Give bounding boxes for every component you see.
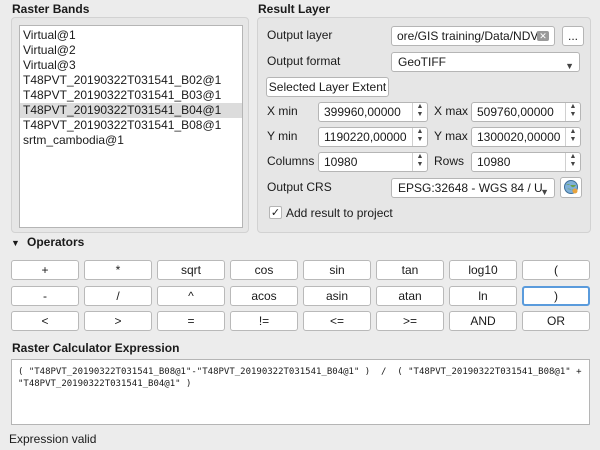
operators-title: Operators bbox=[27, 235, 85, 249]
operator-button[interactable]: / bbox=[84, 286, 152, 306]
spin-arrows-icon[interactable]: ▲ ▼ bbox=[565, 103, 580, 121]
operator-button[interactable]: - bbox=[11, 286, 79, 306]
operator-button[interactable]: AND bbox=[449, 311, 517, 331]
rows-label: Rows bbox=[434, 154, 465, 168]
operator-button[interactable]: asin bbox=[303, 286, 371, 306]
operator-button[interactable]: OR bbox=[522, 311, 590, 331]
raster-band-item[interactable]: srtm_cambodia@1 bbox=[20, 133, 242, 148]
output-layer-label: Output layer bbox=[267, 28, 333, 42]
output-crs-label: Output CRS bbox=[267, 180, 332, 194]
raster-band-item[interactable]: Virtual@1 bbox=[20, 28, 242, 43]
raster-bands-title: Raster Bands bbox=[12, 2, 90, 16]
raster-band-item[interactable]: T48PVT_20190322T031541_B02@1 bbox=[20, 73, 242, 88]
output-format-label: Output format bbox=[267, 54, 341, 68]
raster-band-item[interactable]: T48PVT_20190322T031541_B03@1 bbox=[20, 88, 242, 103]
operator-button[interactable]: tan bbox=[376, 260, 444, 280]
operator-button[interactable]: ) bbox=[522, 286, 590, 306]
rows-spinbox[interactable]: 10980 ▲ ▼ bbox=[471, 152, 581, 172]
spin-arrows-icon[interactable]: ▲ ▼ bbox=[412, 153, 427, 171]
add-result-checkbox[interactable]: ✓ bbox=[269, 206, 282, 219]
operators-grid: + * sqrt cos sin tan log10( - / ^ acos asin atan ln) <… bbox=[11, 260, 591, 332]
output-crs-select[interactable]: EPSG:32648 - WGS 84 / U ▼ bbox=[391, 178, 555, 198]
columns-label: Columns bbox=[267, 154, 315, 168]
raster-bands-group: Virtual@1 Virtual@2 Virtual@3 T48PVT_201903… bbox=[11, 17, 249, 233]
result-layer-title: Result Layer bbox=[258, 2, 331, 16]
operator-button[interactable]: atan bbox=[376, 286, 444, 306]
chevron-down-icon: ▼ bbox=[540, 187, 549, 197]
operator-button[interactable]: * bbox=[84, 260, 152, 280]
operator-button[interactable]: > bbox=[84, 311, 152, 331]
selected-layer-extent-button[interactable]: Selected Layer Extent bbox=[266, 77, 389, 97]
operator-button[interactable]: sin bbox=[303, 260, 371, 280]
expression-editor[interactable]: ( "T48PVT_20190322T031541_B08@1"-"T48PVT… bbox=[11, 359, 590, 425]
xmin-spinbox[interactable]: 399960,00000 ▲ ▼ bbox=[318, 102, 428, 122]
spin-arrows-icon[interactable]: ▲ ▼ bbox=[412, 128, 427, 146]
raster-band-item[interactable]: Virtual@3 bbox=[20, 58, 242, 73]
operator-button[interactable]: log10 bbox=[449, 260, 517, 280]
ymin-spinbox[interactable]: 1190220,00000 ▲ ▼ bbox=[318, 127, 428, 147]
browse-button[interactable]: ... bbox=[562, 26, 584, 46]
expression-status: Expression valid bbox=[9, 432, 97, 446]
clear-icon[interactable]: ✕ bbox=[537, 31, 549, 41]
raster-band-item[interactable]: Virtual@2 bbox=[20, 43, 242, 58]
raster-band-item[interactable]: T48PVT_20190322T031541_B08@1 bbox=[20, 118, 242, 133]
operator-button[interactable]: + bbox=[11, 260, 79, 280]
output-format-select[interactable]: GeoTIFF ▼ bbox=[391, 52, 580, 72]
spin-arrows-icon[interactable]: ▲ ▼ bbox=[565, 153, 580, 171]
xmax-spinbox[interactable]: 509760,00000 ▲ ▼ bbox=[471, 102, 581, 122]
globe-icon bbox=[564, 180, 578, 194]
crs-selector-button[interactable] bbox=[560, 177, 582, 198]
spin-arrows-icon[interactable]: ▲ ▼ bbox=[412, 103, 427, 121]
output-layer-input[interactable]: ore/GIS training/Data/NDVI ✕ bbox=[391, 26, 555, 46]
columns-spinbox[interactable]: 10980 ▲ ▼ bbox=[318, 152, 428, 172]
operator-button[interactable]: ( bbox=[522, 260, 590, 280]
raster-bands-list[interactable]: Virtual@1 Virtual@2 Virtual@3 T48PVT_201903… bbox=[19, 25, 243, 228]
result-layer-group: Output layer ore/GIS training/Data/NDVI … bbox=[257, 17, 591, 233]
operator-button[interactable]: < bbox=[11, 311, 79, 331]
operator-button[interactable]: cos bbox=[230, 260, 298, 280]
operator-button[interactable]: ^ bbox=[157, 286, 225, 306]
operator-button[interactable]: >= bbox=[376, 311, 444, 331]
chevron-down-icon: ▼ bbox=[565, 61, 574, 71]
xmax-label: X max bbox=[434, 104, 469, 118]
operator-button[interactable]: ln bbox=[449, 286, 517, 306]
ymax-label: Y max bbox=[434, 129, 468, 143]
ymax-spinbox[interactable]: 1300020,00000 ▲ ▼ bbox=[471, 127, 581, 147]
collapse-triangle-icon[interactable]: ▼ bbox=[11, 238, 20, 248]
operator-button[interactable]: <= bbox=[303, 311, 371, 331]
xmin-label: X min bbox=[267, 104, 298, 118]
operator-button[interactable]: sqrt bbox=[157, 260, 225, 280]
operator-button[interactable]: = bbox=[157, 311, 225, 331]
add-result-label: Add result to project bbox=[286, 206, 393, 220]
spin-arrows-icon[interactable]: ▲ ▼ bbox=[565, 128, 580, 146]
ymin-label: Y min bbox=[267, 129, 298, 143]
operator-button[interactable]: acos bbox=[230, 286, 298, 306]
expression-title: Raster Calculator Expression bbox=[12, 341, 180, 355]
operator-button[interactable]: != bbox=[230, 311, 298, 331]
raster-band-item[interactable]: T48PVT_20190322T031541_B04@1 bbox=[20, 103, 242, 118]
